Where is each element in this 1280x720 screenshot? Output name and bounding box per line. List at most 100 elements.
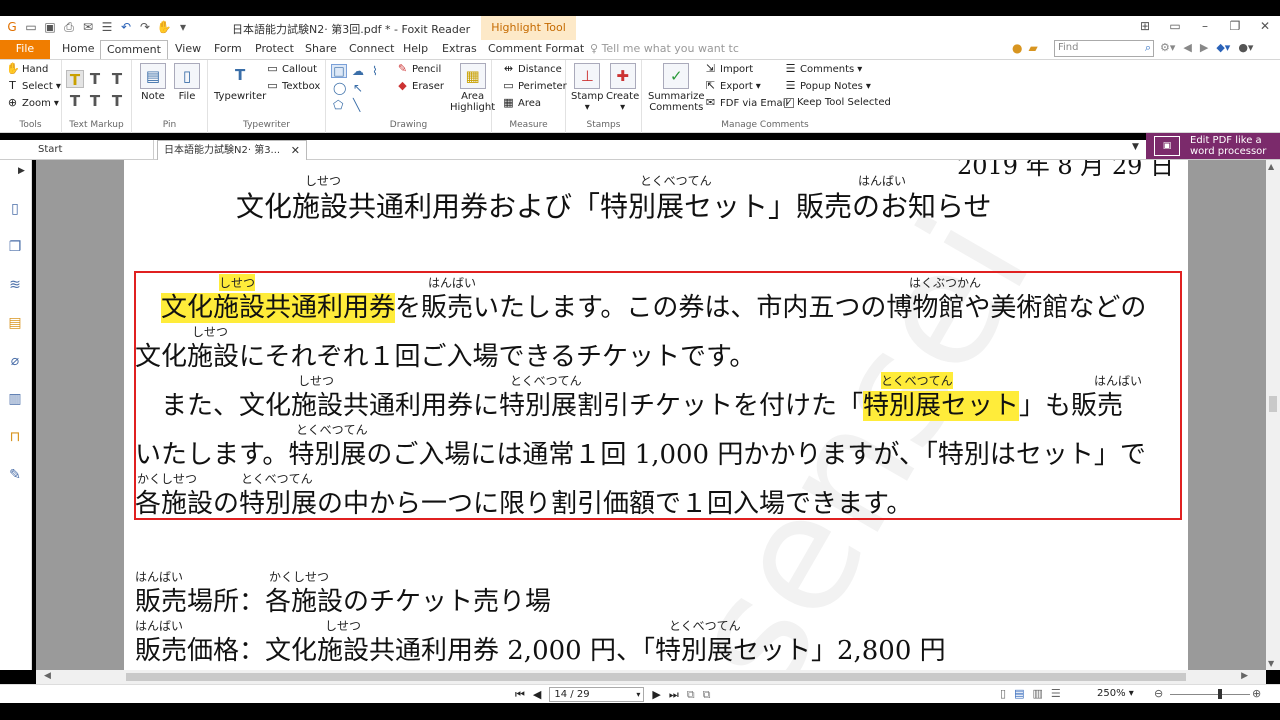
typewriter-button[interactable]: T Typewriter — [214, 63, 266, 102]
tab-share[interactable]: Share — [305, 40, 337, 59]
underline-icon[interactable]: T — [108, 70, 126, 88]
signatures-icon[interactable]: ▥ — [6, 390, 24, 408]
oval-icon[interactable]: ◯ — [333, 81, 346, 95]
tab-form[interactable]: Form — [214, 40, 242, 59]
email-icon[interactable]: ✉ — [80, 19, 96, 35]
expand-panel-icon[interactable]: ▶ — [18, 166, 25, 176]
scroll-right-icon[interactable]: ▶ — [1241, 671, 1248, 681]
bookmark-icon[interactable]: ▯ — [6, 200, 24, 218]
previous-page-icon[interactable]: ◀ — [533, 688, 541, 701]
tell-me-search[interactable]: ♀ Tell me what you want tc — [590, 42, 739, 55]
line-icon[interactable]: ╲ — [353, 98, 360, 112]
tab-home[interactable]: Home — [62, 40, 94, 59]
settings-icon[interactable]: ⚙▾ — [1160, 41, 1175, 54]
redo-icon[interactable]: ↷ — [137, 19, 153, 35]
stamp-button[interactable]: ⊥ Stamp ▾ — [571, 63, 604, 113]
customize-dropdown-icon[interactable]: ▾ — [175, 19, 191, 35]
squiggly-icon[interactable]: T — [86, 70, 104, 88]
export-button[interactable]: ⇱ Export ▾ — [704, 80, 761, 92]
attachments-icon[interactable]: ⌀ — [6, 352, 24, 370]
minimize-icon[interactable]: – — [1190, 19, 1220, 33]
note-button[interactable]: ▤ Note — [140, 63, 166, 102]
scroll-thumb[interactable] — [1269, 396, 1277, 412]
highlight-tool-context-tab[interactable]: Highlight Tool — [481, 16, 576, 40]
zoom-button[interactable]: ⊕ Zoom ▾ — [6, 97, 59, 109]
select-button[interactable]: T Select ▾ — [6, 80, 61, 92]
arrow-icon[interactable]: ↖ — [353, 81, 363, 95]
zoom-level[interactable]: 250% ▾ — [1097, 688, 1134, 699]
callout-button[interactable]: ▭ Callout — [266, 63, 317, 75]
zoom-slider[interactable] — [1170, 694, 1250, 695]
tab-protect[interactable]: Protect — [255, 40, 294, 59]
close-icon[interactable]: ✕ — [1250, 19, 1280, 33]
close-tab-icon[interactable]: ✕ — [291, 141, 300, 160]
properties-icon[interactable]: ☰ — [99, 19, 115, 35]
distance-button[interactable]: ⇹ Distance — [502, 63, 562, 75]
scroll-up-icon[interactable]: ▲ — [1268, 162, 1274, 171]
tab-connect[interactable]: Connect — [349, 40, 394, 59]
zoom-out-icon[interactable]: ⊖ — [1154, 687, 1163, 700]
tab-current-document[interactable]: 日本語能力試験N2· 第3... ✕ — [157, 140, 307, 160]
create-button[interactable]: ✚ Create ▾ — [606, 63, 639, 113]
maximize-icon[interactable]: ❐ — [1220, 19, 1250, 33]
pdf-page[interactable]: sensei 2019 年 8 月 29 日 しせつ とくべつてん はんばい 文… — [124, 160, 1188, 670]
document-viewport[interactable]: sensei 2019 年 8 月 29 日 しせつ とくべつてん はんばい 文… — [36, 160, 1266, 670]
pencil-button[interactable]: ✎ Pencil — [396, 63, 441, 75]
page-number-input[interactable]: 14 / 29 ▾ — [549, 687, 645, 702]
highlighted-text[interactable]: 文化施設共通利用券 — [161, 293, 396, 323]
layout-icon[interactable]: ⊞ — [1130, 19, 1160, 33]
single-page-icon[interactable]: ▯ — [1000, 687, 1006, 700]
collapse-arrow-icon[interactable]: ▼ — [1132, 142, 1139, 152]
hand-tool-icon[interactable]: ✋ — [156, 19, 172, 35]
highlight-text-icon[interactable]: T — [66, 70, 84, 89]
import-button[interactable]: ⇲ Import — [704, 63, 753, 75]
continuous-facing-icon[interactable]: ☰ — [1051, 687, 1061, 700]
comments-panel-icon[interactable]: ▤ — [6, 314, 24, 332]
polyline-icon[interactable]: ⌇ — [372, 64, 378, 78]
perimeter-button[interactable]: ▭ Perimeter — [502, 80, 567, 92]
undo-icon[interactable]: ↶ — [118, 19, 134, 35]
horizontal-scrollbar[interactable]: ◀ ▶ — [36, 670, 1266, 684]
user-icon[interactable]: ●▾ — [1238, 41, 1253, 54]
tab-help[interactable]: Help — [403, 40, 428, 59]
open-icon[interactable]: ▭ — [23, 19, 39, 35]
first-page-icon[interactable]: ⏮ — [515, 688, 525, 702]
scroll-down-icon[interactable]: ▼ — [1268, 659, 1274, 668]
area-highlight-button[interactable]: ▦ Area Highlight — [450, 63, 495, 113]
summarize-comments-button[interactable]: ✓ Summarize Comments — [648, 63, 705, 113]
file-button[interactable]: ▯ File — [174, 63, 200, 102]
find-input[interactable]: Find ⌕ — [1054, 40, 1154, 57]
fdf-via-email-button[interactable]: ✉ FDF via Email — [704, 97, 788, 109]
hand-button[interactable]: ✋ Hand — [6, 63, 48, 75]
zoom-slider-thumb[interactable] — [1218, 689, 1222, 699]
skin-icon[interactable]: ● — [1012, 41, 1022, 55]
content-icon[interactable]: ✎ — [6, 466, 24, 484]
vertical-scrollbar[interactable]: ▲ ▼ — [1266, 160, 1280, 670]
print-icon[interactable]: ⎙ — [61, 19, 77, 35]
edit-pdf-promo[interactable]: ▣ Edit PDF like a word processor — [1146, 133, 1280, 159]
eraser-button[interactable]: ◆ Eraser — [396, 80, 444, 92]
previous-view-icon[interactable]: ⧉ — [687, 688, 695, 702]
popup-notes-button[interactable]: ☰ Popup Notes ▾ — [784, 80, 871, 92]
scroll-left-icon[interactable]: ◀ — [44, 671, 51, 681]
back-icon[interactable]: ◀ — [1183, 41, 1191, 54]
highlighted-text[interactable]: 特別展セット — [863, 391, 1020, 421]
tab-comment[interactable]: Comment — [100, 40, 168, 59]
polygon-icon[interactable]: ⬠ — [333, 98, 343, 112]
scroll-thumb[interactable] — [126, 673, 1186, 681]
layers-icon[interactable]: ≋ — [6, 276, 24, 294]
cloud-icon[interactable]: ☁ — [352, 64, 364, 78]
save-icon[interactable]: ▣ — [42, 19, 58, 35]
last-page-icon[interactable]: ⏭ — [669, 688, 679, 702]
insert-text-icon[interactable]: T — [108, 92, 126, 110]
next-page-icon[interactable]: ▶ — [652, 688, 660, 701]
textbox-button[interactable]: ▭ Textbox — [266, 80, 320, 92]
tab-extras[interactable]: Extras — [442, 40, 477, 59]
forward-icon[interactable]: ▶ — [1200, 41, 1208, 54]
tab-start[interactable]: Start — [32, 140, 154, 160]
search-icon[interactable]: ⌕ — [1145, 41, 1151, 55]
rectangle-icon[interactable]: □ — [331, 64, 347, 78]
area-button[interactable]: ▦ Area — [502, 97, 541, 109]
tab-view[interactable]: View — [175, 40, 201, 59]
replace-text-icon[interactable]: T — [86, 92, 104, 110]
